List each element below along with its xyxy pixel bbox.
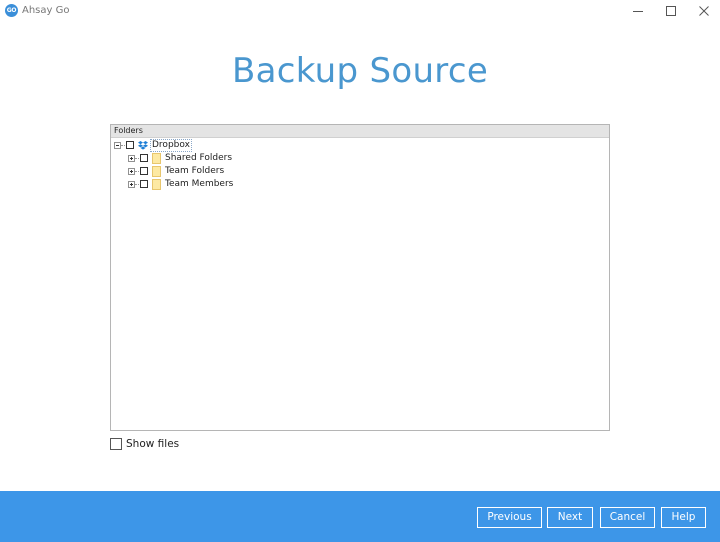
next-button[interactable]: Next — [547, 507, 593, 528]
maximize-button[interactable] — [655, 0, 687, 22]
tree-node-team-folders[interactable]: Team Folders — [128, 165, 225, 177]
team-members-checkbox[interactable] — [140, 180, 148, 188]
tree-node-label: Team Folders — [165, 165, 225, 176]
minimize-icon — [633, 11, 643, 12]
tree-connector — [135, 170, 139, 172]
title-bar: GO Ahsay Go — [0, 0, 720, 22]
window-title: Ahsay Go — [22, 5, 70, 16]
folder-icon — [152, 178, 161, 190]
tree-node-shared-folders[interactable]: Shared Folders — [128, 152, 233, 164]
show-files-label: Show files — [126, 438, 180, 450]
folder-icon — [152, 152, 161, 164]
tree-connector — [135, 157, 139, 159]
close-button[interactable] — [688, 0, 720, 22]
previous-button[interactable]: Previous — [477, 507, 542, 528]
folder-icon — [152, 165, 161, 177]
tree-header: Folders — [111, 125, 609, 138]
expand-toggle[interactable] — [128, 167, 135, 175]
expand-toggle[interactable] — [128, 180, 135, 188]
shared-folders-checkbox[interactable] — [140, 154, 148, 162]
cancel-button[interactable]: Cancel — [600, 507, 655, 528]
minimize-button[interactable] — [622, 0, 654, 22]
close-icon — [699, 6, 709, 16]
footer-bar: Previous Next Cancel Help — [0, 491, 720, 542]
expand-toggle[interactable] — [128, 154, 135, 162]
tree-node-dropbox[interactable]: Dropbox — [114, 138, 192, 152]
show-files-checkbox[interactable] — [110, 438, 122, 450]
dropbox-icon — [138, 140, 148, 150]
tree-node-label: Dropbox — [150, 138, 192, 152]
tree-connector — [121, 144, 125, 146]
page-title: Backup Source — [231, 51, 489, 91]
folder-tree-panel: Folders Dropbox Shared Folders Team Fold… — [110, 124, 610, 431]
tree-node-team-members[interactable]: Team Members — [128, 178, 234, 190]
tree-connector — [135, 183, 139, 185]
team-folders-checkbox[interactable] — [140, 167, 148, 175]
maximize-icon — [666, 6, 676, 16]
collapse-toggle[interactable] — [114, 141, 121, 149]
tree-node-label: Team Members — [165, 178, 234, 189]
dropbox-checkbox[interactable] — [126, 141, 134, 149]
show-files-option[interactable]: Show files — [110, 438, 179, 450]
tree-node-label: Shared Folders — [165, 152, 233, 163]
help-button[interactable]: Help — [661, 507, 706, 528]
app-logo: GO — [5, 4, 18, 17]
